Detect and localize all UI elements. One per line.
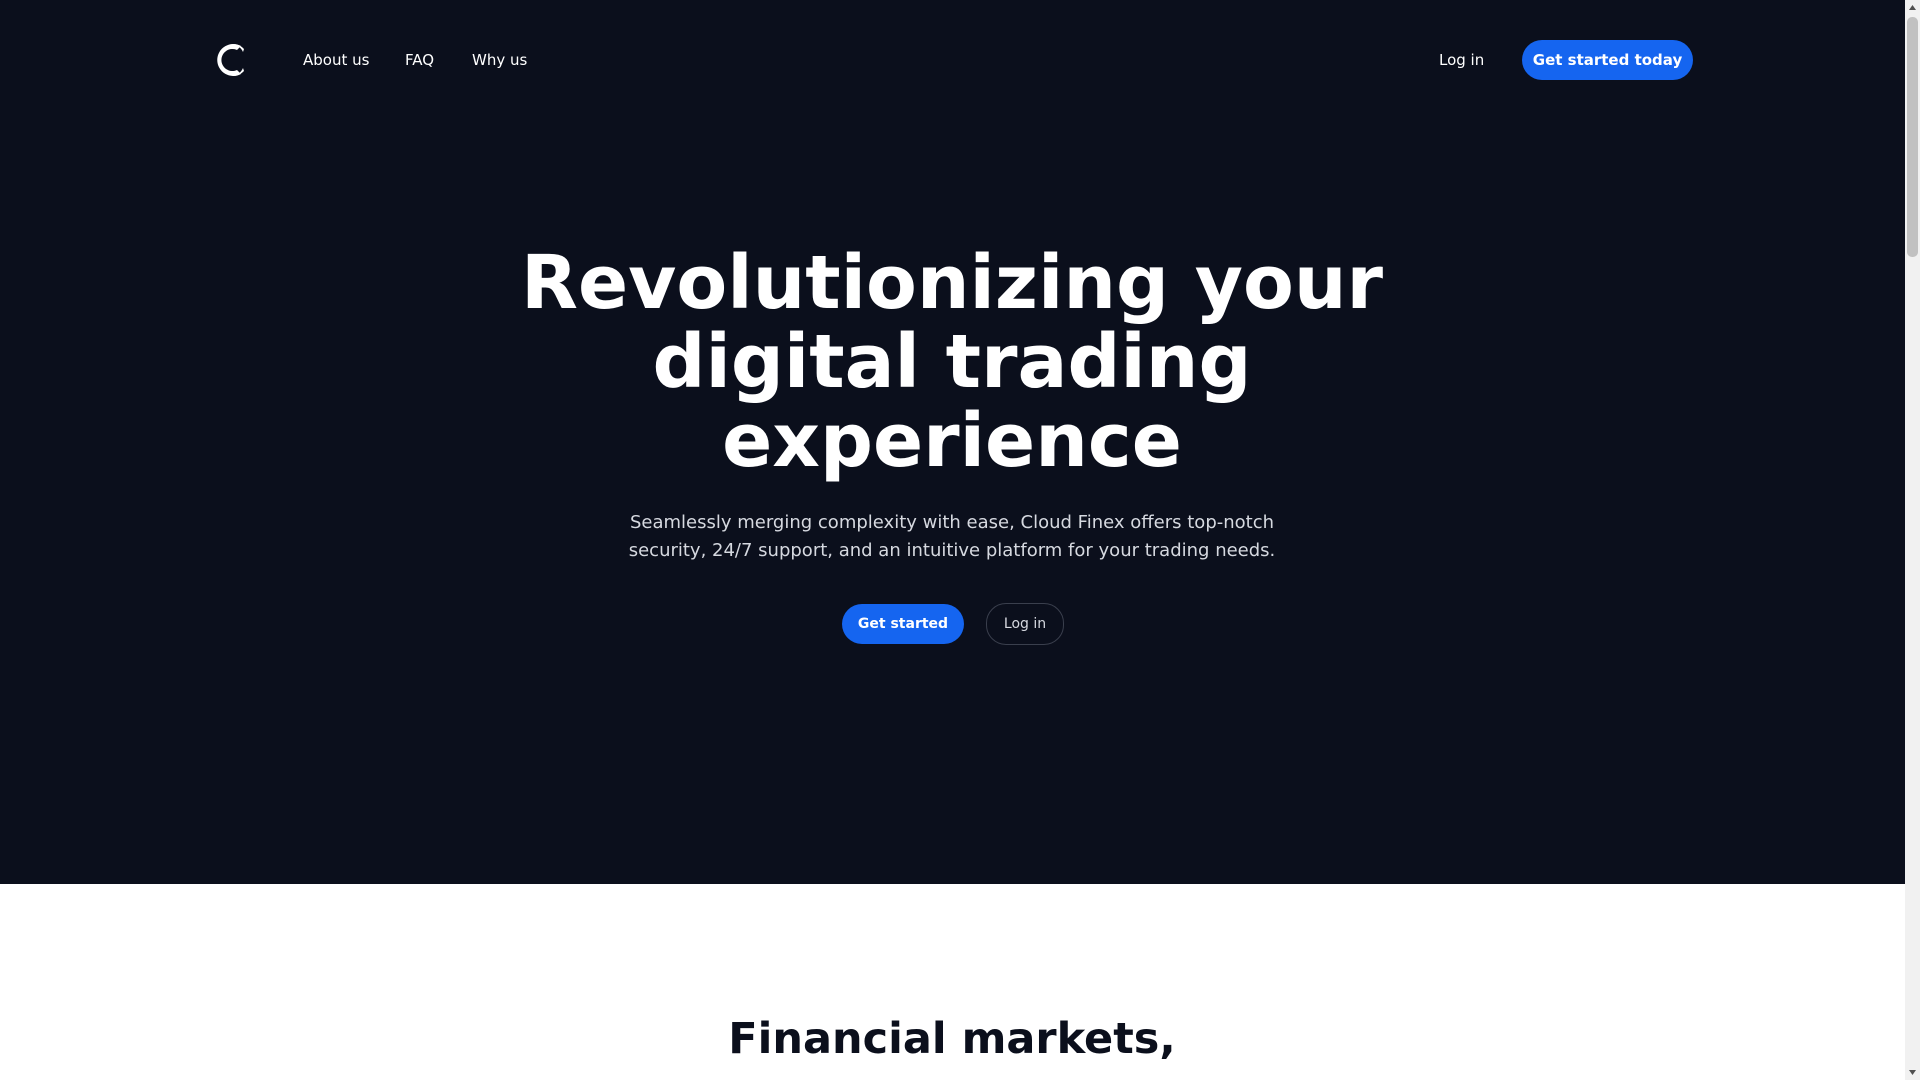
get-started-today-button[interactable]: Get started today [1522,40,1693,80]
triangle-down-icon[interactable] [1905,1065,1920,1080]
hero-title-line: experience [722,398,1182,484]
get-started-button[interactable]: Get started [842,604,964,644]
triangle-up-icon[interactable] [1905,0,1920,15]
hero-section: About us FAQ Why us Log in Get started t… [0,0,1905,884]
hero-title-line: digital trading [652,319,1252,405]
page-viewport: About us FAQ Why us Log in Get started t… [0,0,1905,1080]
hero-title: Revolutionizing your digital trading exp… [452,244,1452,481]
nav-login-link[interactable]: Log in [1439,50,1484,70]
top-navigation: About us FAQ Why us Log in Get started t… [0,0,1905,120]
hero-login-button[interactable]: Log in [986,603,1064,645]
vertical-scrollbar[interactable] [1905,0,1920,1080]
scrollbar-thumb[interactable] [1907,17,1918,257]
section-title: Financial markets, [728,1014,1176,1064]
hero-subtitle: Seamlessly merging complexity with ease,… [628,512,1276,561]
nav-link-about-us[interactable]: About us [303,50,369,70]
hero-title-line: Revolutionizing your [520,240,1384,326]
nav-link-faq[interactable]: FAQ [405,50,434,70]
nav-link-why-us[interactable]: Why us [472,50,527,70]
crescent-c-logo-icon[interactable] [210,39,250,81]
